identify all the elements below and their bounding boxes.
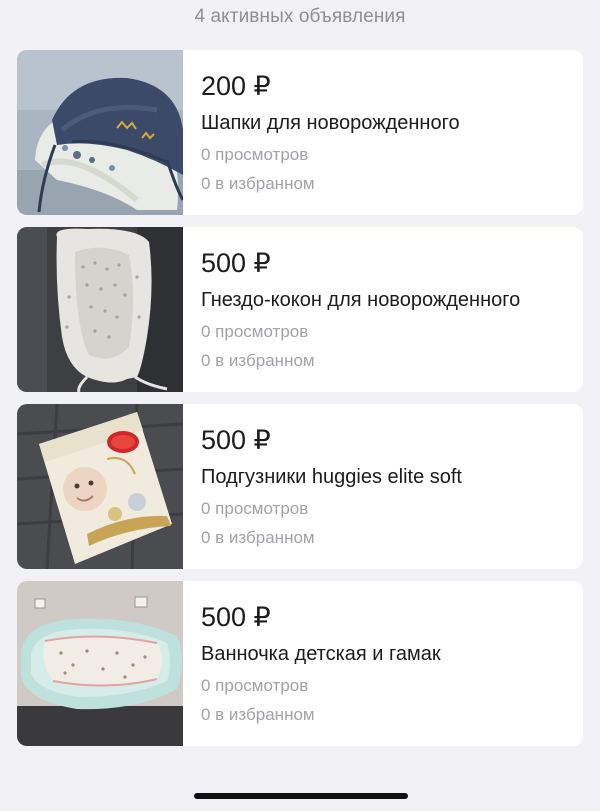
active-listings-count: 4 активных объявления <box>194 6 406 27</box>
listing-price: 500 ₽ <box>201 248 271 278</box>
baby-bath-photo-icon <box>17 581 183 746</box>
listing-card[interactable]: 200 ₽ Шапки для новорожденного 0 просмот… <box>17 50 583 215</box>
listing-price: 500 ₽ <box>201 425 271 455</box>
diapers-pack-photo-icon <box>17 404 183 569</box>
listing-info: 500 ₽ Ванночка детская и гамак 0 просмот… <box>183 581 583 746</box>
listing-views: 0 просмотров <box>201 145 309 164</box>
listing-info: 500 ₽ Гнездо-кокон для новорожденного 0 … <box>183 227 583 392</box>
listing-favorites: 0 в избранном <box>201 174 315 193</box>
listing-views: 0 просмотров <box>201 676 309 695</box>
baby-nest-photo-icon <box>17 227 183 392</box>
listing-title[interactable]: Ванночка детская и гамак <box>201 640 583 668</box>
listing-info: 500 ₽ Подгузники huggies elite soft 0 пр… <box>183 404 583 569</box>
listing-card[interactable]: 500 ₽ Подгузники huggies elite soft 0 пр… <box>17 404 583 569</box>
listing-info: 200 ₽ Шапки для новорожденного 0 просмот… <box>183 50 583 215</box>
listing-photo[interactable] <box>17 227 183 392</box>
listing-photo[interactable] <box>17 581 183 746</box>
listing-views: 0 просмотров <box>201 322 309 341</box>
listing-photo[interactable] <box>17 50 183 215</box>
listing-price: 500 ₽ <box>201 602 271 632</box>
listings-list: 200 ₽ Шапки для новорожденного 0 просмот… <box>17 50 583 758</box>
listing-views: 0 просмотров <box>201 499 309 518</box>
listing-card[interactable]: 500 ₽ Гнездо-кокон для новорожденного 0 … <box>17 227 583 392</box>
home-indicator-bar[interactable] <box>194 793 408 799</box>
listing-favorites: 0 в избранном <box>201 351 315 370</box>
baby-hats-photo-icon <box>17 50 183 215</box>
listing-title[interactable]: Шапки для новорожденного <box>201 109 583 137</box>
listing-favorites: 0 в избранном <box>201 528 315 547</box>
listing-title[interactable]: Подгузники huggies elite soft <box>201 463 583 491</box>
listing-price: 200 ₽ <box>201 71 271 101</box>
listing-card[interactable]: 500 ₽ Ванночка детская и гамак 0 просмот… <box>17 581 583 746</box>
listing-favorites: 0 в избранном <box>201 705 315 724</box>
listing-title[interactable]: Гнездо-кокон для новорожденного <box>201 286 583 314</box>
listing-photo[interactable] <box>17 404 183 569</box>
